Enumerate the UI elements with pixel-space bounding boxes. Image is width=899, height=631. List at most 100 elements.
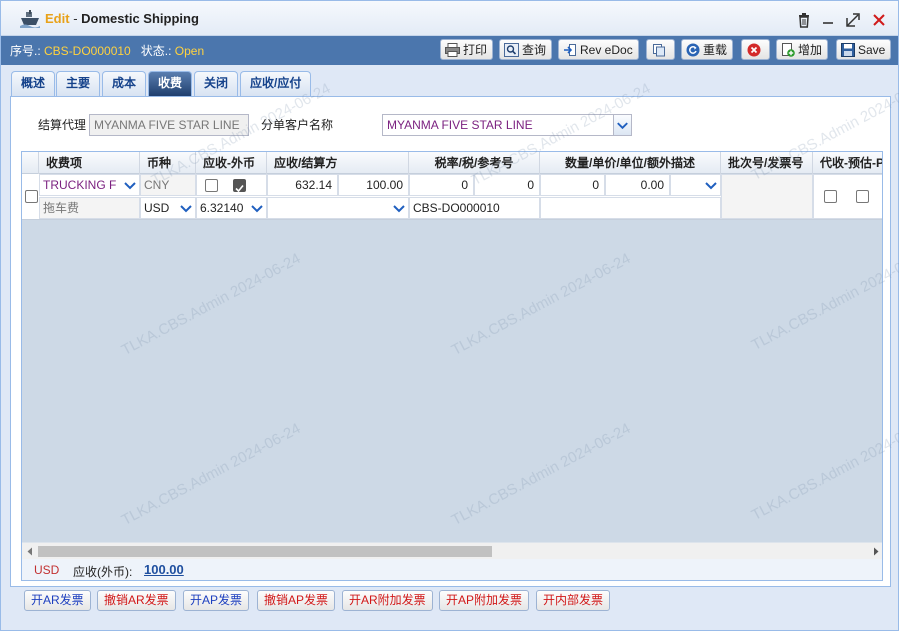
receivable-checkbox[interactable] [205,179,218,192]
tab-main[interactable]: 主要 [56,71,101,96]
currency-local: CNY [140,174,196,196]
trash-icon[interactable] [796,12,812,28]
cancel-ap-invoice-button[interactable]: 撤销AP发票 [257,590,336,611]
chevron-down-icon[interactable] [390,198,408,218]
issue-ap-extra-invoice-button[interactable]: 开AP附加发票 [439,590,530,611]
chevron-down-icon[interactable] [248,198,266,218]
tax-rate-field[interactable]: 0 [409,174,474,196]
chevron-down-icon[interactable] [177,198,195,218]
tab-overview[interactable]: 概述 [11,71,56,96]
printer-icon [445,42,460,57]
save-button[interactable]: Save [836,39,892,60]
filter-bar: 结算代理 MYANMA FIVE STAR LINE 分单客户名称 MYANMA… [11,97,890,151]
copy-icon [653,43,665,56]
header-receivable-fx[interactable]: 应收-外币 [196,152,267,174]
grid-header: 收费项 币种 应收-外币 应收/结算方 税率/税/参考号 数量/单价/单位/额外… [22,152,882,174]
header-quantity[interactable]: 数量/单价/单位/额外描述 [540,152,721,174]
status-label: 状态.: [140,44,172,58]
scroll-right-icon[interactable] [872,547,880,556]
delete-button[interactable] [741,39,770,60]
title-name: Domestic Shipping [81,11,199,26]
add-label: 增加 [798,43,823,57]
sub-customer-combo[interactable]: MYANMA FIVE STAR LINE [382,114,632,136]
unit-price-field[interactable]: 0.00 [605,174,670,196]
currency-value: USD [144,201,170,215]
fx-flags [196,174,267,196]
header-collect[interactable]: 代收-预估-P [813,152,882,174]
header-receivable-party[interactable]: 应收/结算方 [267,152,409,174]
cancel-icon [747,43,761,56]
copy-button[interactable] [646,39,675,60]
query-label: 查询 [522,43,547,57]
batch-invoice-cell [721,174,813,219]
title-separator: - [73,11,78,26]
collect-estimate-cell [813,174,882,219]
summary-value[interactable]: 100.00 [144,562,184,577]
minimize-icon[interactable] [820,12,836,28]
fx-rate-value: 6.32140 [200,201,244,215]
charge-item-combo[interactable]: TRUCKING F [39,174,140,196]
collect-checkbox[interactable] [824,190,837,203]
reference-field[interactable]: CBS-DO000010 [409,197,540,219]
summary-label: 应收(外币): [73,565,133,579]
print-label: 打印 [463,43,488,57]
scroll-thumb[interactable] [38,546,492,557]
add-document-icon [782,42,795,57]
issue-internal-invoice-button[interactable]: 开内部发票 [536,590,611,611]
tab-charges[interactable]: 收费 [148,71,193,96]
fx-rate-combo[interactable]: 6.32140 [196,197,267,219]
charge-item-value: TRUCKING F [43,178,117,192]
issue-ap-invoice-button[interactable]: 开AP发票 [183,590,250,611]
scroll-left-icon[interactable] [26,547,34,556]
tab-close[interactable]: 关闭 [194,71,239,96]
window-title: Edit - Domestic Shipping [45,11,199,26]
import-icon [564,43,576,56]
status-value: Open [174,44,205,58]
currency-combo[interactable]: USD [140,197,196,219]
fx-checkbox[interactable] [233,179,246,193]
issue-ar-extra-invoice-button[interactable]: 开AR附加发票 [342,590,433,611]
unit-combo[interactable] [670,174,721,196]
chevron-down-icon[interactable] [121,175,139,195]
check-icon [235,184,244,193]
header-tax[interactable]: 税率/税/参考号 [409,152,540,174]
amount-field[interactable]: 100.00 [338,174,409,196]
maximize-icon[interactable] [845,12,861,28]
header-batch[interactable]: 批次号/发票号 [721,152,813,174]
row-select-checkbox[interactable] [25,190,38,203]
toolbar: 序号.: CBS-DO000010 状态.: Open 打印 查询 Rev eD… [1,36,898,65]
settlement-party-combo[interactable] [267,197,409,219]
cancel-ar-invoice-button[interactable]: 撤销AR发票 [97,590,176,611]
sub-customer-value: MYANMA FIVE STAR LINE [387,118,533,132]
issue-ar-invoice-button[interactable]: 开AR发票 [24,590,91,611]
header-select [22,152,39,174]
sub-customer-label: 分单客户名称 [261,118,334,132]
horizontal-scrollbar[interactable] [22,542,882,559]
tab-strip: 概述 主要 成本 收费 关闭 应收/应付 [1,65,898,96]
reload-button[interactable]: 重载 [681,39,734,60]
query-button[interactable]: 查询 [499,39,553,60]
tab-ar-ap[interactable]: 应收/应付 [240,71,312,96]
add-button[interactable]: 增加 [776,39,829,60]
print-button[interactable]: 打印 [440,39,494,60]
serial-value: CBS-DO000010 [44,44,131,58]
chevron-down-icon[interactable] [702,175,720,195]
header-charge-item[interactable]: 收费项 [39,152,140,174]
refresh-icon [686,43,700,56]
tab-cost[interactable]: 成本 [102,71,147,96]
rev-edoc-label: Rev eDoc [580,42,633,57]
chevron-down-icon[interactable] [613,115,631,135]
amount-local-field[interactable]: 632.14 [267,174,338,196]
header-currency[interactable]: 币种 [140,152,196,174]
summary-currency: USD [34,563,60,577]
agent-label: 结算代理 [38,118,87,132]
estimate-checkbox[interactable] [856,190,869,203]
quantity-field[interactable]: 0 [540,174,605,196]
reload-label: 重载 [703,43,728,57]
tax-field[interactable]: 0 [474,174,540,196]
table-row: TRUCKING F 拖车费 CNY USD 6.32140 632.14 10… [22,174,882,220]
extra-desc-field[interactable] [540,197,721,219]
save-icon [841,42,855,57]
rev-edoc-button[interactable]: Rev eDoc [558,39,639,60]
close-icon[interactable] [871,12,887,28]
